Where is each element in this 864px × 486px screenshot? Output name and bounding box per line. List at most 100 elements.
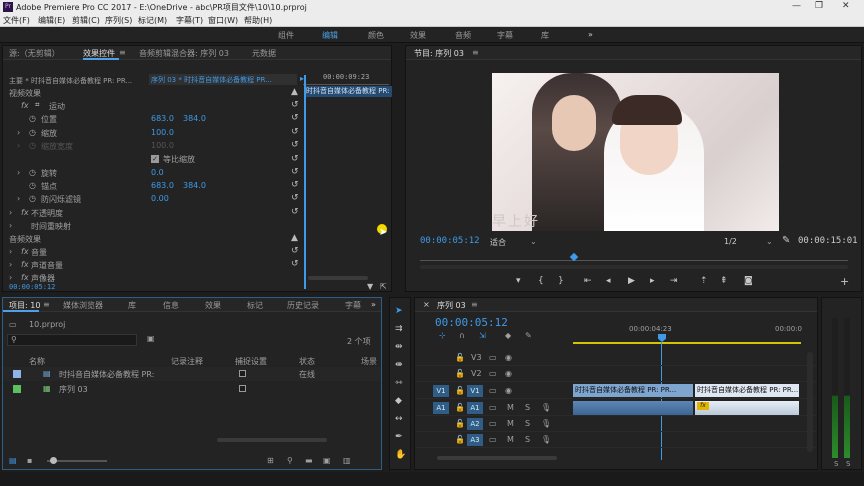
- rotation-value[interactable]: 0.0: [151, 168, 164, 177]
- project-item-name[interactable]: 时抖音自媒体必备教程 PR:: [59, 369, 154, 380]
- source-patch-v1[interactable]: V1: [433, 385, 449, 397]
- workspace-captions[interactable]: 字幕: [497, 30, 513, 41]
- stopwatch-icon[interactable]: ◷: [29, 168, 36, 177]
- volume-label[interactable]: 音量: [31, 247, 47, 258]
- eye-icon[interactable]: ◉: [505, 353, 512, 362]
- sequence-tab[interactable]: 序列 03: [437, 300, 466, 311]
- lift-icon[interactable]: ⇡: [700, 276, 708, 286]
- fx-icon[interactable]: fx: [21, 260, 29, 269]
- menu-help[interactable]: 帮助(H): [244, 15, 272, 26]
- lock-icon[interactable]: 🔓: [455, 369, 465, 378]
- timeline-zoom-bar[interactable]: [437, 456, 557, 460]
- program-title[interactable]: 节目: 序列 03: [414, 48, 464, 59]
- scale-value[interactable]: 100.0: [151, 128, 174, 137]
- track-name[interactable]: A1: [467, 402, 483, 414]
- wrench-icon[interactable]: ✎: [782, 235, 790, 246]
- automate-sequence-icon[interactable]: ⊞: [267, 456, 274, 465]
- column-scene[interactable]: 场景: [361, 356, 377, 367]
- play-icon[interactable]: ▶: [628, 276, 635, 286]
- tab-history[interactable]: 历史记录: [287, 300, 319, 311]
- effect-controls-timecode[interactable]: 00:00:05:12: [9, 283, 55, 291]
- expand-triangle-icon[interactable]: ›: [17, 128, 20, 137]
- track-name[interactable]: V1: [467, 385, 483, 397]
- menu-clip[interactable]: 剪辑(C): [72, 15, 100, 26]
- rotation-reset-icon[interactable]: ↺: [291, 167, 299, 177]
- position-y-value[interactable]: 384.0: [183, 114, 206, 123]
- anchor-x-value[interactable]: 683.0: [151, 181, 174, 190]
- wrench-icon[interactable]: ✎: [525, 331, 532, 340]
- expand-triangle-icon[interactable]: ›: [9, 221, 12, 230]
- table-row[interactable]: ▦ 序列 03: [3, 382, 381, 396]
- mark-out-icon[interactable]: }: [558, 276, 564, 286]
- workspace-color[interactable]: 颜色: [368, 30, 384, 41]
- video-clip[interactable]: 时抖音自媒体必备教程 PR: PR...: [573, 384, 693, 397]
- search-input[interactable]: [7, 334, 137, 346]
- snap-icon[interactable]: ⊹: [439, 331, 446, 340]
- program-menu-icon[interactable]: ≡: [472, 48, 479, 57]
- microphone-icon[interactable]: 🎙: [541, 403, 551, 412]
- close-window-button[interactable]: ✕: [842, 1, 850, 11]
- rolling-edit-tool-icon[interactable]: ⇼: [395, 360, 403, 370]
- program-scrubber[interactable]: [420, 260, 848, 261]
- playhead-handle[interactable]: [658, 334, 666, 342]
- tab-markers[interactable]: 标记: [247, 300, 263, 311]
- razor-tool-icon[interactable]: ◆: [395, 396, 402, 406]
- horizontal-scrollbar[interactable]: [217, 438, 327, 442]
- column-capture-settings[interactable]: 捕捉设置: [235, 356, 267, 367]
- project-item-name[interactable]: 序列 03: [59, 384, 88, 395]
- motion-reset-icon[interactable]: ↺: [291, 100, 299, 110]
- sync-lock-icon[interactable]: ▭: [489, 386, 497, 395]
- timeline-menu-icon[interactable]: ≡: [471, 300, 478, 309]
- close-tab-icon[interactable]: ×: [423, 300, 430, 309]
- column-status[interactable]: 状态: [299, 356, 315, 367]
- stopwatch-icon[interactable]: ◷: [29, 114, 36, 123]
- workspace-effects[interactable]: 效果: [410, 30, 426, 41]
- scroll-up-icon[interactable]: ▲: [291, 87, 298, 97]
- capture-checkbox[interactable]: [239, 370, 246, 377]
- tab-menu-icon[interactable]: ≡: [43, 300, 50, 309]
- fit-dropdown[interactable]: 适合: [490, 237, 506, 248]
- anti-flicker-value[interactable]: 0.00: [151, 194, 169, 203]
- marker-icon[interactable]: ◆: [505, 331, 511, 340]
- track-name[interactable]: A2: [467, 418, 483, 430]
- zoom-scrollbar[interactable]: [308, 276, 368, 280]
- video-clip[interactable]: 时抖音自媒体必备教程 PR: PR...: [695, 384, 799, 397]
- channel-volume-reset-icon[interactable]: ↺: [291, 259, 299, 269]
- mute-button[interactable]: M: [507, 419, 514, 428]
- fx-icon[interactable]: fx: [21, 101, 29, 110]
- position-reset-icon[interactable]: ↺: [291, 113, 299, 123]
- track-name[interactable]: V2: [471, 369, 482, 378]
- workspace-more-button[interactable]: »: [588, 30, 593, 39]
- timeline-timecode[interactable]: 00:00:05:12: [435, 316, 508, 329]
- opacity-label[interactable]: 不透明度: [31, 208, 63, 219]
- tab-info[interactable]: 信息: [163, 300, 179, 311]
- go-to-out-icon[interactable]: ⇥: [670, 276, 678, 286]
- pen-tool-icon[interactable]: ✒: [395, 432, 403, 442]
- selection-tool-icon[interactable]: ➤: [395, 306, 403, 316]
- solo-button[interactable]: S: [525, 403, 530, 412]
- uniform-scale-reset-icon[interactable]: ↺: [291, 154, 299, 164]
- mini-playhead[interactable]: [304, 75, 306, 289]
- audio-clip[interactable]: [695, 401, 799, 415]
- tab-captions[interactable]: 字幕: [345, 300, 361, 311]
- uniform-scale-checkbox[interactable]: ✓: [151, 155, 159, 163]
- source-patch-a1[interactable]: A1: [433, 402, 449, 414]
- anchor-reset-icon[interactable]: ↺: [291, 180, 299, 190]
- expand-triangle-icon[interactable]: ›: [9, 260, 12, 269]
- export-icon[interactable]: ⇱: [380, 282, 387, 291]
- stopwatch-icon[interactable]: ◷: [29, 128, 36, 137]
- add-marker-icon[interactable]: ▾: [516, 276, 521, 286]
- add-marker-icon[interactable]: ⇲: [479, 331, 486, 340]
- stopwatch-icon[interactable]: ◷: [29, 181, 36, 190]
- tab-libraries[interactable]: 库: [128, 300, 136, 311]
- expand-triangle-icon[interactable]: ›: [9, 208, 12, 217]
- program-current-timecode[interactable]: 00:00:05:12: [420, 236, 480, 246]
- fx-icon[interactable]: fx: [21, 273, 29, 282]
- lock-icon[interactable]: 🔓: [455, 403, 465, 412]
- menu-title[interactable]: 字幕(T): [176, 15, 203, 26]
- menu-edit[interactable]: 编辑(E): [38, 15, 65, 26]
- menu-file[interactable]: 文件(F): [3, 15, 30, 26]
- opacity-reset-icon[interactable]: ↺: [291, 207, 299, 217]
- slip-tool-icon[interactable]: ↔: [395, 414, 403, 424]
- scale-width-reset-icon[interactable]: ↺: [291, 140, 299, 150]
